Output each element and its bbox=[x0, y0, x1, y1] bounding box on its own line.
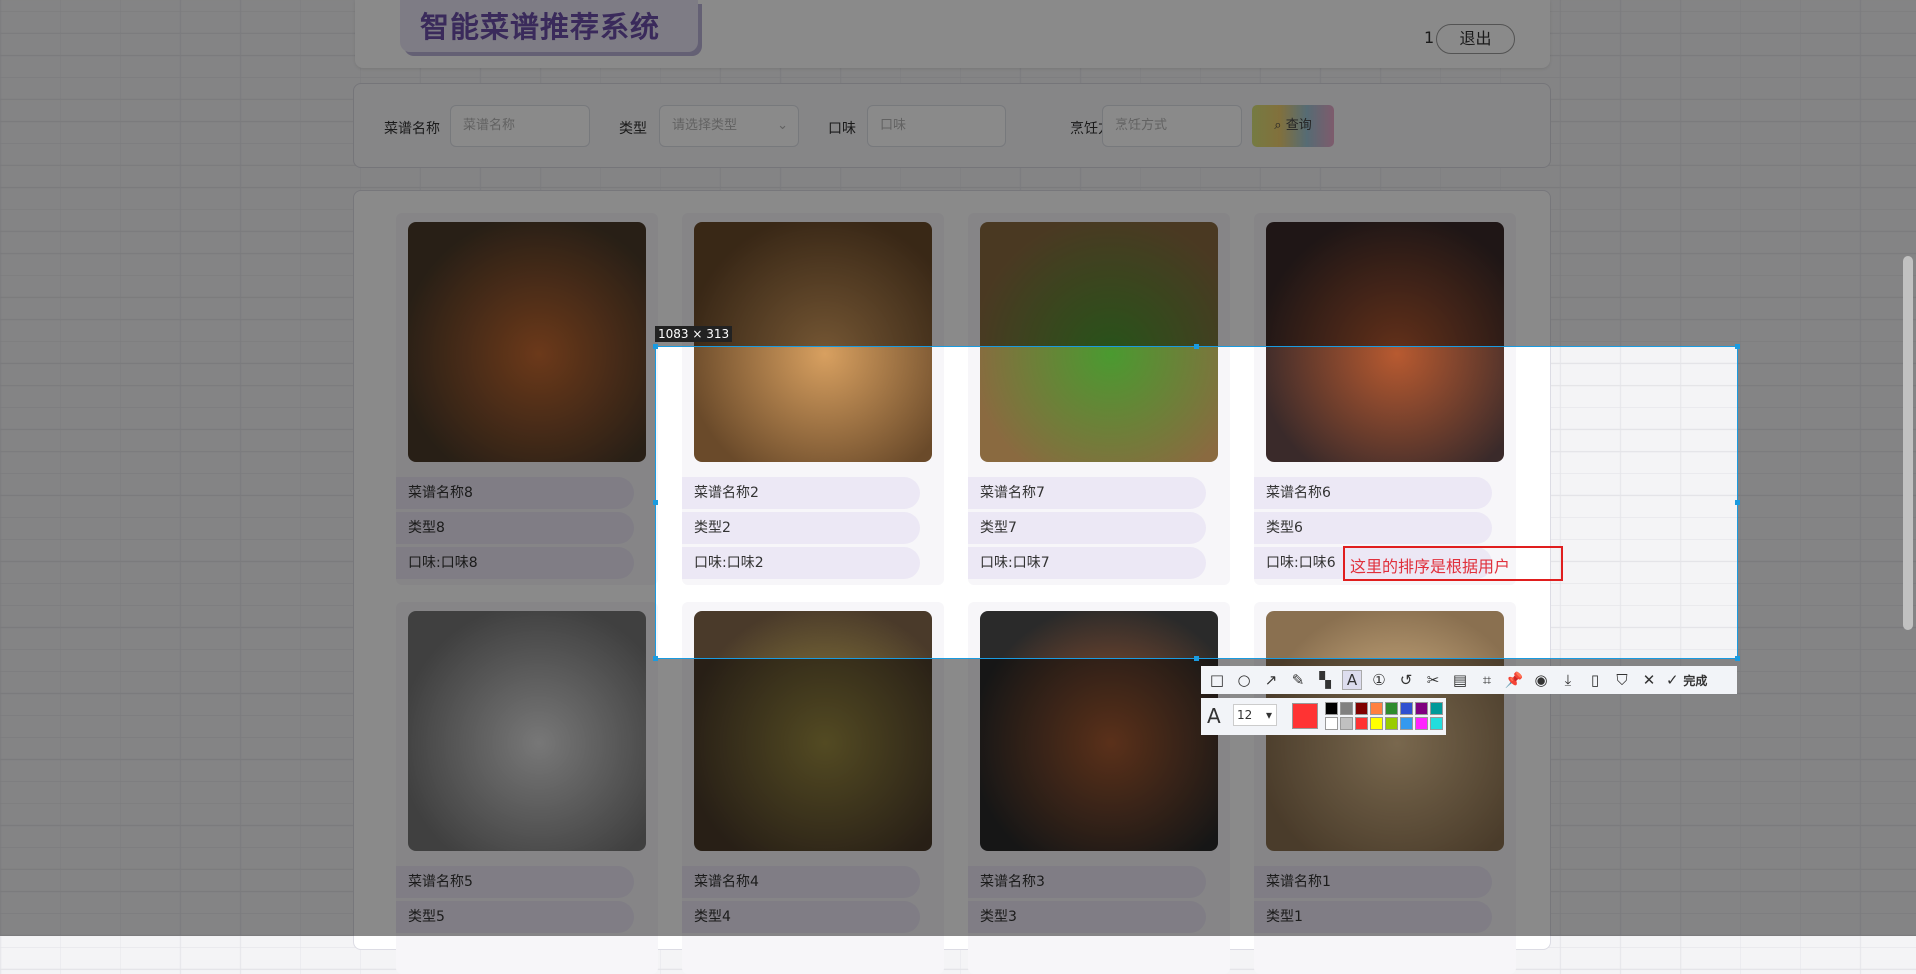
dim-overlay-bottom bbox=[0, 659, 1916, 936]
download-icon[interactable]: ⤓ bbox=[1558, 671, 1578, 689]
current-color[interactable] bbox=[1292, 703, 1318, 729]
text-style-toolbar: A 12 ▾ bbox=[1201, 698, 1446, 735]
resize-handle[interactable] bbox=[1735, 656, 1740, 661]
capture-selection[interactable] bbox=[655, 346, 1738, 659]
color-swatch[interactable] bbox=[1355, 717, 1368, 730]
resize-handle[interactable] bbox=[653, 500, 658, 505]
font-size-select[interactable]: 12 ▾ bbox=[1233, 704, 1277, 726]
color-swatch[interactable] bbox=[1400, 702, 1413, 715]
mosaic-icon[interactable]: ▚ bbox=[1315, 671, 1335, 689]
translate-icon[interactable]: ⌗ bbox=[1477, 671, 1497, 689]
dim-overlay-top bbox=[0, 0, 1916, 346]
resize-handle[interactable] bbox=[653, 344, 658, 349]
done-label: 完成 bbox=[1683, 674, 1708, 688]
color-swatch[interactable] bbox=[1370, 702, 1383, 715]
capture-toolbar: □ ○ ↗ ✎ ▚ A ① ↺ ✂ ▤ ⌗ 📌 ◉ ⤓ ▯ ⛉ ✕ ✓ 完成 bbox=[1201, 666, 1737, 694]
ellipse-icon[interactable]: ○ bbox=[1234, 671, 1254, 689]
scissors-icon[interactable]: ✂ bbox=[1423, 671, 1443, 689]
color-swatch[interactable] bbox=[1400, 717, 1413, 730]
record-icon[interactable]: ◉ bbox=[1531, 671, 1551, 689]
color-swatch[interactable] bbox=[1415, 702, 1428, 715]
color-swatch[interactable] bbox=[1325, 702, 1338, 715]
font-icon: A bbox=[1207, 704, 1221, 728]
undo-icon[interactable]: ↺ bbox=[1396, 671, 1416, 689]
text-icon[interactable]: A bbox=[1342, 670, 1362, 690]
ocr-icon[interactable]: ▤ bbox=[1450, 671, 1470, 689]
color-swatch[interactable] bbox=[1325, 717, 1338, 730]
scrollbar-thumb[interactable] bbox=[1903, 256, 1913, 630]
resize-handle[interactable] bbox=[1735, 344, 1740, 349]
long-screenshot-icon[interactable]: ▯ bbox=[1585, 671, 1605, 689]
text-annotation-input[interactable]: 这里的排序是根据用户 bbox=[1343, 546, 1563, 581]
resize-handle[interactable] bbox=[1735, 500, 1740, 505]
arrow-icon[interactable]: ↗ bbox=[1261, 671, 1281, 689]
selection-size: 1083 × 313 bbox=[655, 326, 733, 342]
pin-icon[interactable]: 📌 bbox=[1504, 671, 1524, 689]
color-swatch[interactable] bbox=[1430, 717, 1443, 730]
font-size-value: 12 bbox=[1237, 708, 1253, 722]
done-button[interactable]: ✓ 完成 bbox=[1666, 671, 1707, 689]
dropdown-arrow-icon: ▾ bbox=[1265, 708, 1272, 722]
number-marker-icon[interactable]: ① bbox=[1369, 671, 1389, 689]
color-swatch[interactable] bbox=[1385, 717, 1398, 730]
bookmark-icon[interactable]: ⛉ bbox=[1612, 671, 1632, 689]
resize-handle[interactable] bbox=[653, 656, 658, 661]
resize-handle[interactable] bbox=[1194, 656, 1199, 661]
color-swatch[interactable] bbox=[1415, 717, 1428, 730]
color-swatch[interactable] bbox=[1340, 717, 1353, 730]
color-swatch[interactable] bbox=[1385, 702, 1398, 715]
dim-overlay-left bbox=[0, 346, 655, 659]
color-swatch[interactable] bbox=[1370, 717, 1383, 730]
dim-overlay-right bbox=[1738, 346, 1916, 659]
color-swatch[interactable] bbox=[1355, 702, 1368, 715]
close-icon[interactable]: ✕ bbox=[1639, 671, 1659, 689]
resize-handle[interactable] bbox=[1194, 344, 1199, 349]
color-swatch[interactable] bbox=[1430, 702, 1443, 715]
color-swatch[interactable] bbox=[1340, 702, 1353, 715]
pencil-icon[interactable]: ✎ bbox=[1288, 671, 1308, 689]
rectangle-icon[interactable]: □ bbox=[1207, 671, 1227, 689]
